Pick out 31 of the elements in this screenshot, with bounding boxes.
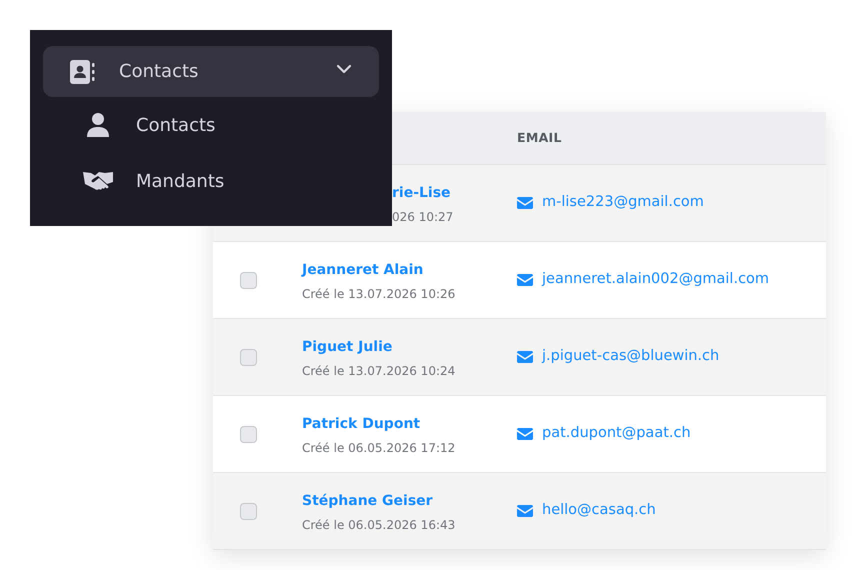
mail-icon — [517, 351, 533, 363]
email-link[interactable]: hello@casaq.ch — [542, 500, 656, 522]
contact-book-icon — [70, 60, 95, 84]
menu-item[interactable]: Mandants — [43, 153, 379, 209]
created-date: Créé le 13.07.2026 10:24 — [302, 363, 456, 380]
person-icon — [87, 113, 109, 137]
created-date: 026 10:27 — [392, 209, 454, 226]
row-checkbox[interactable] — [240, 272, 257, 288]
mail-icon — [517, 428, 533, 440]
contact-name-link[interactable]: Piguet Julie — [302, 337, 392, 358]
contact-name-link[interactable]: Patrick Dupont — [302, 414, 420, 435]
row-checkbox[interactable] — [240, 502, 257, 520]
email-link[interactable]: m-lise223@gmail.com — [542, 192, 704, 214]
contact-name-link[interactable]: Jeanneret Alain — [302, 260, 424, 281]
created-date: Créé le 06.05.2026 17:12 — [302, 440, 456, 457]
row-checkbox[interactable] — [240, 348, 257, 366]
email-link[interactable]: j.piguet-cas@bluewin.ch — [542, 346, 720, 368]
mail-icon — [517, 197, 533, 209]
handshake-icon — [83, 170, 113, 192]
menu-group-button[interactable]: Contacts — [43, 46, 379, 97]
email-link[interactable]: jeanneret.alain002@gmail.com — [542, 269, 770, 291]
mail-icon — [517, 505, 533, 517]
column-header: EMAIL — [517, 128, 562, 147]
menu-item[interactable]: Contacts — [43, 97, 379, 153]
email-link[interactable]: pat.dupont@paat.ch — [542, 423, 691, 445]
contact-name-link[interactable]: Stéphane Geiser — [302, 491, 433, 512]
contact-name-link[interactable]: rie-Lise — [392, 183, 451, 204]
mail-icon — [517, 274, 533, 286]
created-date: Créé le 06.05.2026 16:43 — [302, 517, 456, 534]
row-checkbox[interactable] — [240, 426, 257, 442]
created-date: Créé le 13.07.2026 10:26 — [302, 286, 456, 303]
